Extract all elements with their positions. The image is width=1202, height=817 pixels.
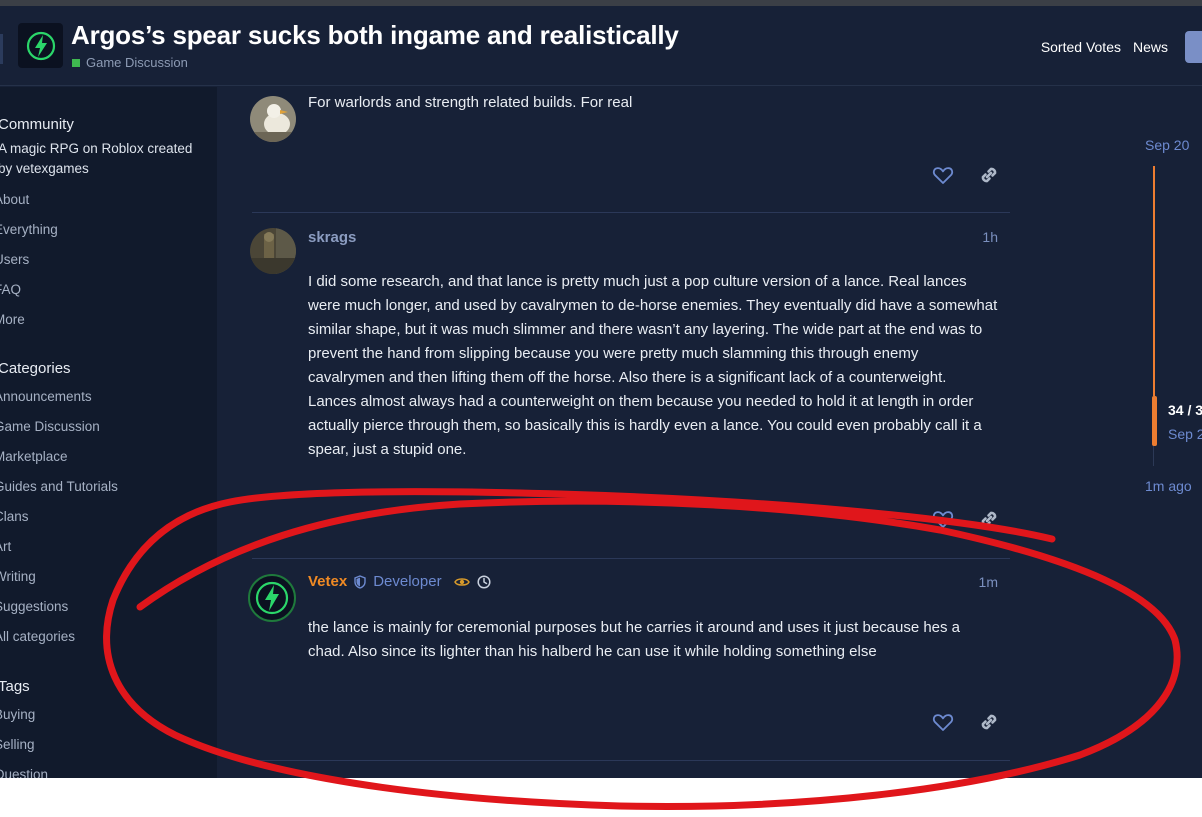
- sidebar-category[interactable]: Guides and Tutorials: [0, 479, 118, 494]
- post-body: the lance is mainly for ceremonial purpo…: [308, 619, 961, 660]
- timeline-end-date[interactable]: 1m ago: [1145, 478, 1192, 494]
- topic-header: Argos’s spear sucks both ingame and real…: [0, 6, 1202, 86]
- sidebar-category[interactable]: Clans: [0, 509, 29, 524]
- sidebar-item-everything[interactable]: Everything: [0, 222, 58, 237]
- post: skrags 1h I did some research, and that …: [250, 213, 1010, 559]
- user-title: Developer: [373, 573, 442, 590]
- timeline-start-date[interactable]: Sep 20: [1145, 137, 1189, 153]
- avatar[interactable]: [248, 574, 296, 622]
- eye-icon: [453, 577, 470, 586]
- lightning-icon: [26, 31, 55, 60]
- site-logo[interactable]: [18, 23, 63, 68]
- nav-news[interactable]: News: [1133, 39, 1168, 55]
- shield-icon: [354, 574, 366, 589]
- avatar-image: [250, 228, 296, 274]
- sidebar-tag[interactable]: Selling: [0, 737, 35, 752]
- clock-icon: [477, 574, 491, 589]
- community-description: A magic RPG on Roblox created by vetexga…: [0, 141, 193, 176]
- post-author-line: Vetex Developer: [308, 573, 491, 590]
- sidebar-item-faq[interactable]: FAQ: [0, 282, 21, 297]
- avatar[interactable]: [250, 228, 296, 274]
- sidebar: Community A magic RPG on Roblox created …: [0, 87, 217, 778]
- timeline-post-count: 34 / 3: [1168, 402, 1202, 418]
- username[interactable]: Vetex: [308, 573, 347, 590]
- post-body: I did some research, and that lance is p…: [308, 273, 998, 458]
- category-label: Game Discussion: [86, 55, 188, 70]
- sidebar-heading-community[interactable]: Community: [0, 116, 74, 133]
- post-body: For warlords and strength related builds…: [308, 94, 633, 111]
- category-color-badge: [72, 58, 80, 67]
- sidebar-category[interactable]: Game Discussion: [0, 419, 100, 434]
- avatar[interactable]: [250, 96, 296, 142]
- sidebar-item-more[interactable]: More: [0, 312, 25, 327]
- post: Vetex Developer 1m the lance is mainly f…: [248, 559, 1010, 761]
- sidebar-category[interactable]: Marketplace: [0, 449, 68, 464]
- header-nav: Sorted Votes News: [1041, 39, 1168, 55]
- sidebar-heading-tags[interactable]: Tags: [0, 678, 30, 695]
- timeline-handle[interactable]: [1152, 396, 1157, 446]
- sidebar-item-about[interactable]: About: [0, 192, 29, 207]
- sidebar-tag[interactable]: Buying: [0, 707, 35, 722]
- link-icon[interactable]: [977, 507, 1001, 531]
- topic-title[interactable]: Argos’s spear sucks both ingame and real…: [71, 20, 679, 51]
- username[interactable]: skrags: [308, 229, 356, 246]
- sidebar-heading-categories[interactable]: Categories: [0, 360, 71, 377]
- sidebar-item-users[interactable]: Users: [0, 252, 29, 267]
- post-timestamp[interactable]: 1m: [979, 574, 998, 590]
- lightning-icon: [255, 581, 289, 615]
- sidebar-tag[interactable]: Question: [0, 767, 48, 778]
- post-divider: [252, 760, 1010, 761]
- heart-icon[interactable]: [931, 507, 955, 531]
- heart-icon[interactable]: [931, 163, 955, 187]
- post-timestamp[interactable]: 1h: [982, 229, 998, 245]
- user-menu-button[interactable]: [1185, 31, 1202, 63]
- nav-sorted-votes[interactable]: Sorted Votes: [1041, 39, 1121, 55]
- timeline-progress: [1153, 166, 1155, 396]
- sidebar-category[interactable]: Art: [0, 539, 11, 554]
- topic-category[interactable]: Game Discussion: [72, 55, 188, 70]
- hamburger-edge[interactable]: [0, 34, 3, 64]
- post: For warlords and strength related builds…: [250, 87, 1010, 213]
- sidebar-category[interactable]: Announcements: [0, 389, 92, 404]
- sidebar-category[interactable]: Suggestions: [0, 599, 68, 614]
- timeline-current-date: Sep 2: [1168, 426, 1202, 442]
- link-icon[interactable]: [977, 163, 1001, 187]
- avatar-image: [250, 96, 296, 142]
- sidebar-all-categories[interactable]: All categories: [0, 629, 75, 644]
- heart-icon[interactable]: [931, 710, 955, 734]
- sidebar-category[interactable]: Writing: [0, 569, 36, 584]
- forum-page: Argos’s spear sucks both ingame and real…: [0, 0, 1202, 778]
- link-icon[interactable]: [977, 710, 1001, 734]
